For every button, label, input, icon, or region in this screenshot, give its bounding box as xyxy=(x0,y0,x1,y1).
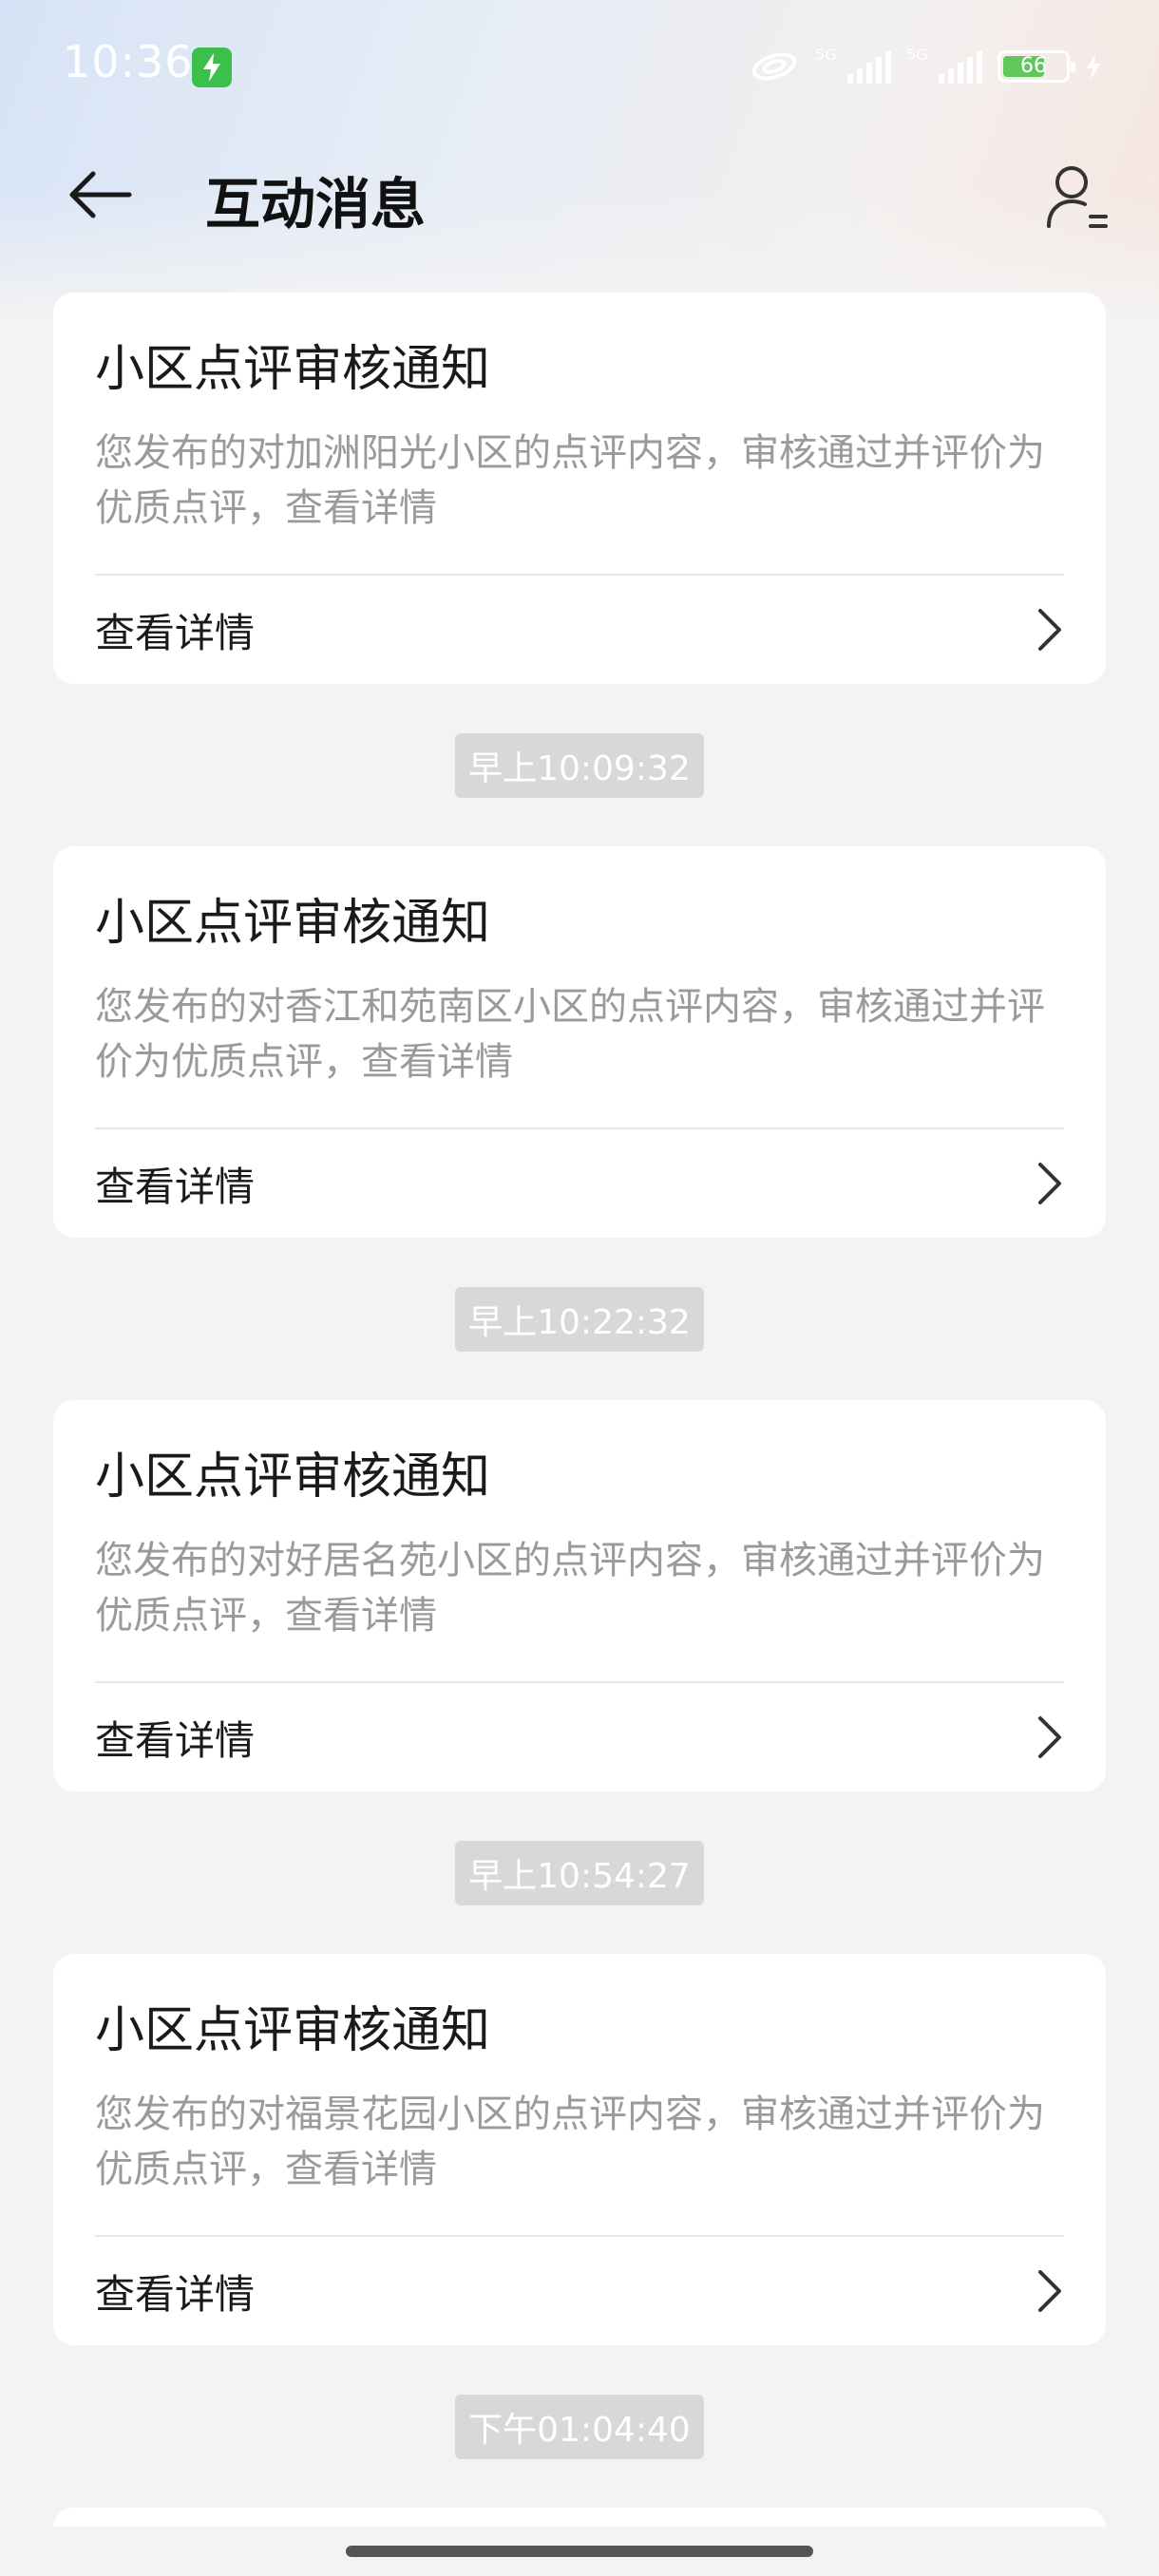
chevron-right-icon xyxy=(1036,2268,1064,2314)
user-list-icon xyxy=(1047,166,1108,228)
view-details-link[interactable]: 查看详情 xyxy=(95,2237,1064,2345)
message-body: 您发布的对好居名苑小区的点评内容，审核通过并评价为优质点评，查看详情 xyxy=(95,1539,1045,1638)
chevron-right-icon xyxy=(1036,1714,1064,1760)
charging-bolt-icon xyxy=(1087,53,1100,80)
link-icon xyxy=(751,52,797,81)
message-title: 小区点评审核通知 xyxy=(95,1449,491,1506)
view-details-label: 查看详情 xyxy=(95,1163,256,1210)
network-type: 5G xyxy=(906,46,928,64)
chevron-right-icon xyxy=(1036,1161,1064,1206)
message-body: 您发布的对香江和苑南区小区的点评内容，审核通过并评价为优质点评，查看详情 xyxy=(95,985,1045,1084)
chevron-right-icon xyxy=(1036,607,1064,653)
message-title: 小区点评审核通知 xyxy=(95,2002,491,2059)
timestamp: 早上10:09:32 xyxy=(455,732,704,798)
status-bar: 10:36 5G 5G 66 xyxy=(0,0,1159,133)
status-time: 10:36 xyxy=(63,36,194,87)
timestamp-row: 早上10:22:32 xyxy=(53,1238,1106,1400)
profile-button[interactable] xyxy=(1039,160,1115,236)
message-list: 小区点评审核通知 您发布的对加洲阳光小区的点评内容，审核通过并评价为优质点评，查… xyxy=(53,293,1106,2508)
charging-icon xyxy=(192,47,232,87)
view-details-link[interactable]: 查看详情 xyxy=(95,1129,1064,1238)
signal-icon: 5G xyxy=(815,46,891,87)
view-details-link[interactable]: 查看详情 xyxy=(95,576,1064,684)
view-details-link[interactable]: 查看详情 xyxy=(95,1683,1064,1791)
view-details-label: 查看详情 xyxy=(95,2270,256,2318)
message-card: 小区点评审核通知 您发布的对香江和苑南区小区的点评内容，审核通过并评价为优质点评… xyxy=(53,846,1106,1238)
timestamp: 早上10:22:32 xyxy=(455,1286,704,1352)
timestamp-row: 下午01:04:40 xyxy=(53,2345,1106,2508)
status-icons: 5G 5G 66 xyxy=(749,44,1102,89)
battery-level: 66 xyxy=(1020,54,1047,78)
view-details-label: 查看详情 xyxy=(95,1716,256,1764)
view-details-label: 查看详情 xyxy=(95,609,256,656)
message-body: 您发布的对加洲阳光小区的点评内容，审核通过并评价为优质点评，查看详情 xyxy=(95,431,1045,530)
message-card: 小区点评审核通知 您发布的对福景花园小区的点评内容，审核通过并评价为优质点评，查… xyxy=(53,1954,1106,2345)
arrow-left-icon xyxy=(69,171,132,218)
timestamp-row: 早上10:54:27 xyxy=(53,1791,1106,1954)
home-indicator[interactable] xyxy=(346,2546,813,2557)
signal-icon: 5G xyxy=(906,46,982,87)
message-card: 小区点评审核通知 您发布的对加洲阳光小区的点评内容，审核通过并评价为优质点评，查… xyxy=(53,293,1106,684)
battery-icon: 66 xyxy=(998,50,1075,83)
page-title: 互动消息 xyxy=(205,172,427,237)
nav-header: 互动消息 xyxy=(0,142,1159,247)
message-body: 您发布的对福景花园小区的点评内容，审核通过并评价为优质点评，查看详情 xyxy=(95,2093,1045,2191)
timestamp: 下午01:04:40 xyxy=(455,2394,704,2459)
message-title: 小区点评审核通知 xyxy=(95,341,491,398)
timestamp-row: 早上10:09:32 xyxy=(53,684,1106,846)
network-type: 5G xyxy=(815,46,837,64)
back-button[interactable] xyxy=(57,161,142,228)
message-title: 小区点评审核通知 xyxy=(95,895,491,952)
message-card: 小区点评审核通知 您发布的对好居名苑小区的点评内容，审核通过并评价为优质点评，查… xyxy=(53,1400,1106,1791)
timestamp: 早上10:54:27 xyxy=(455,1840,704,1905)
